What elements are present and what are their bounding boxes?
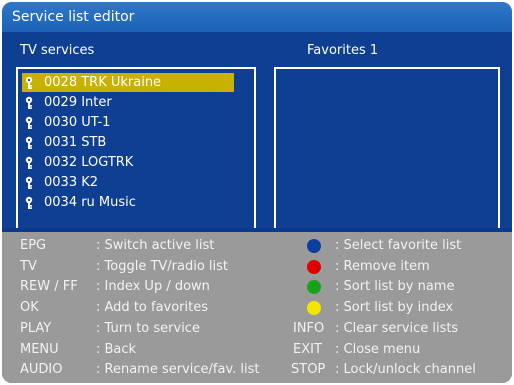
lists-panel: TV services Favorites 1 0028 TRK Ukraine… xyxy=(2,32,512,243)
service-label: 0029 Inter xyxy=(44,95,112,110)
help-key: MENU xyxy=(20,341,59,357)
help-line: AUDIO : Rename service/fav. list STOP : Loc… xyxy=(2,360,512,380)
service-item[interactable]: 0031 STB xyxy=(22,133,234,152)
help-description: : Sort list by name xyxy=(335,279,455,295)
help-legend: EPG : Switch active list : Select favorite… xyxy=(2,232,512,383)
help-key: AUDIO xyxy=(20,362,63,378)
help-description: : Sort list by index xyxy=(335,300,454,316)
service-item[interactable]: 0029 Inter xyxy=(22,93,234,112)
help-description: : Turn to service xyxy=(96,320,200,336)
help-key: INFO xyxy=(293,320,325,336)
service-item[interactable]: 0030 UT-1 xyxy=(22,113,234,132)
service-item[interactable]: 0028 TRK Ukraine xyxy=(22,73,234,92)
key-icon xyxy=(22,156,36,170)
service-label: 0031 STB xyxy=(44,135,107,150)
help-key: EXIT xyxy=(293,341,322,357)
help-description: : Select favorite list xyxy=(335,238,462,253)
help-key: EPG xyxy=(20,238,47,253)
color-button-icon xyxy=(307,259,321,274)
help-key: OK xyxy=(20,300,39,316)
service-label: 0033 K2 xyxy=(44,175,99,190)
color-button-icon xyxy=(307,301,321,316)
service-label: 0034 ru Music xyxy=(44,195,136,210)
help-line: EPG : Switch active list : Select favorite… xyxy=(2,236,512,256)
help-line: REW / FF : Index Up / down : Sort list by … xyxy=(2,277,512,297)
window-title: Service list editor xyxy=(2,2,512,32)
help-description: : Rename service/fav. list xyxy=(96,362,260,378)
help-line: PLAY : Turn to service INFO : Clear service… xyxy=(2,319,512,339)
color-button-icon xyxy=(307,239,321,253)
help-description: : Add to favorites xyxy=(96,300,209,316)
service-item[interactable]: 0032 LOGTRK xyxy=(22,153,234,172)
help-description: : Switch active list xyxy=(96,238,215,253)
favorites-header: Favorites 1 xyxy=(307,43,379,58)
service-label: 0030 UT-1 xyxy=(44,115,111,130)
key-icon xyxy=(22,116,36,130)
tv-services-header: TV services xyxy=(20,43,95,58)
key-icon xyxy=(22,176,36,190)
help-key: REW / FF xyxy=(20,279,78,295)
help-description: : Back xyxy=(96,341,137,357)
service-item[interactable]: 0033 K2 xyxy=(22,173,234,192)
help-key: PLAY xyxy=(20,320,52,336)
help-description: : Clear service lists xyxy=(335,320,459,336)
key-icon xyxy=(22,76,36,90)
key-icon xyxy=(22,96,36,110)
help-key: STOP xyxy=(291,362,326,378)
tv-services-list[interactable]: 0028 TRK Ukraine 0029 Inter 0030 UT-1 0031 … xyxy=(16,67,256,243)
help-line: TV : Toggle TV/radio list : Remove item xyxy=(2,257,512,277)
service-item[interactable]: 0034 ru Music xyxy=(22,193,234,212)
help-line: MENU : Back EXIT : Close menu xyxy=(2,340,512,360)
key-icon xyxy=(22,136,36,150)
key-icon xyxy=(22,196,36,210)
color-button-icon xyxy=(307,280,321,295)
service-label: 0032 LOGTRK xyxy=(44,155,134,170)
help-key: TV xyxy=(20,258,37,274)
help-description: : Close menu xyxy=(335,341,421,357)
service-label: 0028 TRK Ukraine xyxy=(44,75,162,90)
help-description: : Index Up / down xyxy=(96,279,210,295)
service-list-editor-window: Service list editor TV services Favorite… xyxy=(2,2,512,383)
favorites-list[interactable] xyxy=(274,67,500,243)
help-description: : Lock/unlock channel xyxy=(335,362,476,378)
help-description: : Toggle TV/radio list xyxy=(96,258,229,274)
help-description: : Remove item xyxy=(335,258,430,274)
help-line: OK : Add to favorites : Sort list by index xyxy=(2,298,512,318)
